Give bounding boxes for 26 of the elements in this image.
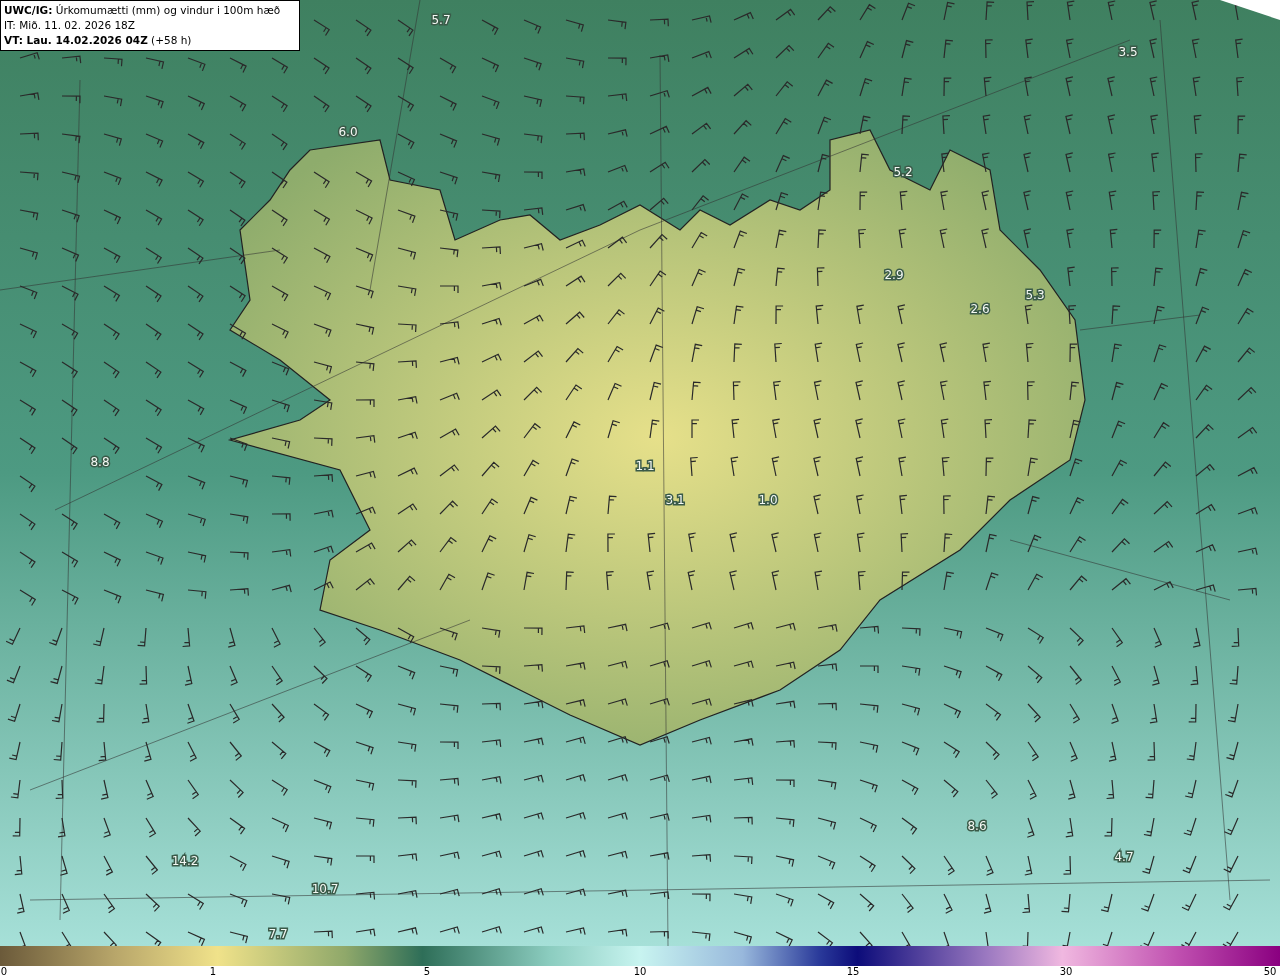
header-text: IT: Mið. 11. 02. 2026 18Z — [4, 18, 136, 33]
colorbar-tick-label: 0 — [0, 966, 8, 978]
colorbar-tick-label: 10 — [633, 966, 647, 978]
value-label: 5.2 — [893, 165, 913, 179]
colorbar-tick-label: 15 — [846, 966, 860, 978]
value-label: 3.1 — [665, 493, 685, 507]
value-label: 2.9 — [884, 268, 904, 282]
value-label: 8.8 — [90, 455, 110, 469]
value-label: 4.7 — [1114, 850, 1134, 864]
value-label: 7.7 — [268, 927, 288, 941]
colorbar-tick-label: 50 — [1263, 966, 1277, 978]
colorbar-tick-label: 1 — [209, 966, 217, 978]
value-label: 2.6 — [970, 302, 990, 316]
header-text: VT: Lau. 14.02.2026 04Z (+58 h) — [4, 33, 193, 48]
value-label: 5.3 — [1025, 288, 1045, 302]
colorbar-tick-label: 30 — [1059, 966, 1073, 978]
value-label: 5.7 — [431, 13, 451, 27]
value-label: 6.0 — [338, 125, 358, 139]
value-label: 14.2 — [171, 854, 199, 868]
header-text: UWC/IG: Úrkomumætti (mm) og vindur i 100m hæð — [4, 3, 282, 18]
value-label: 1.0 — [758, 493, 778, 507]
colorbar-tick-label: 5 — [423, 966, 431, 978]
value-label: 3.5 — [1118, 45, 1138, 59]
value-label: 1.1 — [635, 459, 655, 473]
value-label: 10.7 — [311, 882, 339, 896]
value-label: 8.6 — [967, 819, 987, 833]
